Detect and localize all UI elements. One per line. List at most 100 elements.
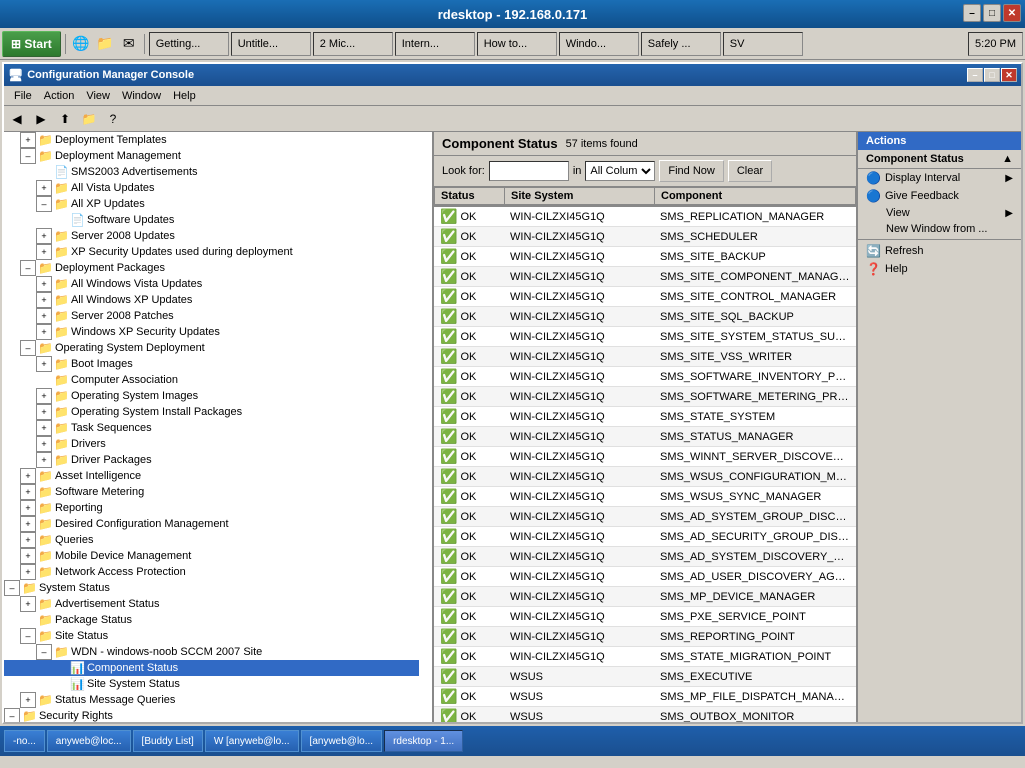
table-row[interactable]: ✅ OK WIN-CILZXI45G1Q SMS_WSUS_SYNC_MANAG… — [434, 487, 856, 507]
tree-item-component-status[interactable]: 📊 Component Status — [4, 660, 419, 676]
app-close-button[interactable]: ✕ — [1001, 68, 1017, 82]
app-minimize-button[interactable]: – — [967, 68, 983, 82]
clear-button[interactable]: Clear — [728, 160, 772, 182]
toolbar-folder-button[interactable]: 📁 — [78, 108, 100, 130]
tree-item-os-install-packages[interactable]: + 📁 Operating System Install Packages — [4, 404, 419, 420]
taskbar-app-sv[interactable]: SV — [723, 32, 803, 56]
table-row[interactable]: ✅ OK WIN-CILZXI45G1Q SMS_PXE_SERVICE_POI… — [434, 607, 856, 627]
table-row[interactable]: ✅ OK WSUS SMS_EXECUTIVE — [434, 667, 856, 687]
tree-item-os-images[interactable]: + 📁 Operating System Images — [4, 388, 419, 404]
taskbar-app-untitle[interactable]: Untitle... — [231, 32, 311, 56]
taskbar-mail-icon[interactable]: ✉ — [118, 33, 140, 55]
taskbar-bottom-buddy[interactable]: [Buddy List] — [133, 730, 203, 752]
menu-file[interactable]: File — [8, 88, 38, 104]
tree-item-all-vista-updates[interactable]: + 📁 All Vista Updates — [4, 180, 419, 196]
taskbar-bottom-anyweb2[interactable]: W [anyweb@lo... — [205, 730, 299, 752]
table-row[interactable]: ✅ OK WIN-CILZXI45G1Q SMS_SITE_SQL_BACKUP — [434, 307, 856, 327]
tree-item-queries[interactable]: + 📁 Queries — [4, 532, 419, 548]
action-refresh[interactable]: 🔄 Refresh — [858, 242, 1021, 260]
table-row[interactable]: ✅ OK WIN-CILZXI45G1Q SMS_MP_DEVICE_MANAG… — [434, 587, 856, 607]
menu-window[interactable]: Window — [116, 88, 167, 104]
table-row[interactable]: ✅ OK WIN-CILZXI45G1Q SMS_WSUS_CONFIGURAT… — [434, 467, 856, 487]
tree-item-server-2008-patches[interactable]: + 📁 Server 2008 Patches — [4, 308, 419, 324]
col-component[interactable]: Component — [655, 188, 856, 205]
table-row[interactable]: ✅ OK WSUS SMS_OUTBOX_MONITOR — [434, 707, 856, 723]
column-select[interactable]: All Colum — [585, 161, 655, 181]
tree-item-deployment-templates[interactable]: + 📁 Deployment Templates — [4, 132, 419, 148]
tree-item-site-system-status[interactable]: 📊 Site System Status — [4, 676, 419, 692]
taskbar-bottom-no[interactable]: -no... — [4, 730, 45, 752]
minimize-button[interactable]: – — [963, 4, 981, 22]
table-row[interactable]: ✅ OK WIN-CILZXI45G1Q SMS_AD_SYSTEM_GROUP… — [434, 507, 856, 527]
table-row[interactable]: ✅ OK WIN-CILZXI45G1Q SMS_STATUS_MANAGER — [434, 427, 856, 447]
toolbar-help-button[interactable]: ? — [102, 108, 124, 130]
taskbar-app-howto[interactable]: How to... — [477, 32, 557, 56]
tree-item-status-message-queries[interactable]: + 📁 Status Message Queries — [4, 692, 419, 708]
table-row[interactable]: ✅ OK WIN-CILZXI45G1Q SMS_SITE_COMPONENT_… — [434, 267, 856, 287]
taskbar-app-windo[interactable]: Windo... — [559, 32, 639, 56]
search-input[interactable] — [489, 161, 569, 181]
table-scroll-area[interactable]: ✅ OK WIN-CILZXI45G1Q SMS_REPLICATION_MAN… — [434, 207, 856, 722]
action-view[interactable]: View ▶ — [858, 205, 1021, 221]
table-row[interactable]: ✅ OK WIN-CILZXI45G1Q SMS_SITE_CONTROL_MA… — [434, 287, 856, 307]
tree-item-asset-intelligence[interactable]: + 📁 Asset Intelligence — [4, 468, 419, 484]
taskbar-bottom-anyweb3[interactable]: [anyweb@lo... — [301, 730, 383, 752]
tree-item-desired-config[interactable]: + 📁 Desired Configuration Management — [4, 516, 419, 532]
tree-item-server-2008-updates[interactable]: + 📁 Server 2008 Updates — [4, 228, 419, 244]
tree-item-all-windows-vista-updates[interactable]: + 📁 All Windows Vista Updates — [4, 276, 419, 292]
tree-item-computer-assoc[interactable]: 📁 Computer Association — [4, 372, 419, 388]
table-row[interactable]: ✅ OK WIN-CILZXI45G1Q SMS_SITE_SYSTEM_STA… — [434, 327, 856, 347]
table-row[interactable]: ✅ OK WIN-CILZXI45G1Q SMS_AD_SECURITY_GRO… — [434, 527, 856, 547]
tree-item-reporting[interactable]: + 📁 Reporting — [4, 500, 419, 516]
table-row[interactable]: ✅ OK WIN-CILZXI45G1Q SMS_SOFTWARE_METERI… — [434, 387, 856, 407]
taskbar-folder-icon[interactable]: 📁 — [94, 33, 116, 55]
tree-item-software-metering[interactable]: + 📁 Software Metering — [4, 484, 419, 500]
tree-item-sms2003[interactable]: 📄 SMS2003 Advertisements — [4, 164, 419, 180]
menu-view[interactable]: View — [80, 88, 116, 104]
tree-item-all-windows-xp-updates[interactable]: + 📁 All Windows XP Updates — [4, 292, 419, 308]
tree-item-xp-security-updates[interactable]: + 📁 XP Security Updates used during depl… — [4, 244, 419, 260]
table-row[interactable]: ✅ OK WIN-CILZXI45G1Q SMS_REPLICATION_MAN… — [434, 207, 856, 227]
tree-item-security-rights[interactable]: – 📁 Security Rights — [4, 708, 419, 722]
col-site-system[interactable]: Site System — [505, 188, 655, 205]
taskbar-app-safely[interactable]: Safely ... — [641, 32, 721, 56]
taskbar-ie-icon[interactable]: 🌐 — [70, 33, 92, 55]
table-row[interactable]: ✅ OK WIN-CILZXI45G1Q SMS_AD_USER_DISCOVE… — [434, 567, 856, 587]
menu-help[interactable]: Help — [167, 88, 202, 104]
tree-item-drivers[interactable]: + 📁 Drivers — [4, 436, 419, 452]
tree-item-package-status[interactable]: 📁 Package Status — [4, 612, 419, 628]
table-row[interactable]: ✅ OK WIN-CILZXI45G1Q SMS_SITE_VSS_WRITER — [434, 347, 856, 367]
tree-item-software-updates[interactable]: 📄 Software Updates — [4, 212, 419, 228]
tree-item-windows-xp-security[interactable]: + 📁 Windows XP Security Updates — [4, 324, 419, 340]
tree-item-os-deployment[interactable]: – 📁 Operating System Deployment — [4, 340, 419, 356]
start-button[interactable]: ⊞ Start — [2, 31, 61, 57]
tree-item-driver-packages[interactable]: + 📁 Driver Packages — [4, 452, 419, 468]
action-new-window[interactable]: New Window from ... — [858, 221, 1021, 237]
taskbar-bottom-anyweb1[interactable]: anyweb@loc... — [47, 730, 131, 752]
taskbar-app-intern[interactable]: Intern... — [395, 32, 475, 56]
tree-item-advertisement-status[interactable]: + 📁 Advertisement Status — [4, 596, 419, 612]
maximize-button[interactable]: □ — [983, 4, 1001, 22]
action-help[interactable]: ❓ Help — [858, 260, 1021, 278]
toolbar-up-button[interactable]: ⬆ — [54, 108, 76, 130]
taskbar-bottom-rdesktop[interactable]: rdesktop - 1... — [384, 730, 463, 752]
tree-item-all-xp-updates[interactable]: – 📁 All XP Updates — [4, 196, 419, 212]
tree-item-task-sequences[interactable]: + 📁 Task Sequences — [4, 420, 419, 436]
table-row[interactable]: ✅ OK WIN-CILZXI45G1Q SMS_STATE_MIGRATION… — [434, 647, 856, 667]
col-status[interactable]: Status — [435, 188, 505, 205]
toolbar-forward-button[interactable]: ▶ — [30, 108, 52, 130]
close-button[interactable]: ✕ — [1003, 4, 1021, 22]
table-row[interactable]: ✅ OK WIN-CILZXI45G1Q SMS_REPORTING_POINT — [434, 627, 856, 647]
table-row[interactable]: ✅ OK WSUS SMS_MP_FILE_DISPATCH_MANAGER — [434, 687, 856, 707]
tree-item-network-access[interactable]: + 📁 Network Access Protection — [4, 564, 419, 580]
app-restore-button[interactable]: □ — [984, 68, 1000, 82]
tree-item-deployment-packages[interactable]: – 📁 Deployment Packages — [4, 260, 419, 276]
taskbar-app-mic[interactable]: 2 Mic... — [313, 32, 393, 56]
action-give-feedback[interactable]: 🔵 Give Feedback — [858, 187, 1021, 205]
action-display-interval[interactable]: 🔵 Display Interval ▶ — [858, 169, 1021, 187]
table-row[interactable]: ✅ OK WIN-CILZXI45G1Q SMS_WINNT_SERVER_DI… — [434, 447, 856, 467]
tree-item-wdn-site[interactable]: – 📁 WDN - windows-noob SCCM 2007 Site — [4, 644, 419, 660]
tree-item-site-status[interactable]: – 📁 Site Status — [4, 628, 419, 644]
toolbar-back-button[interactable]: ◀ — [6, 108, 28, 130]
find-now-button[interactable]: Find Now — [659, 160, 723, 182]
